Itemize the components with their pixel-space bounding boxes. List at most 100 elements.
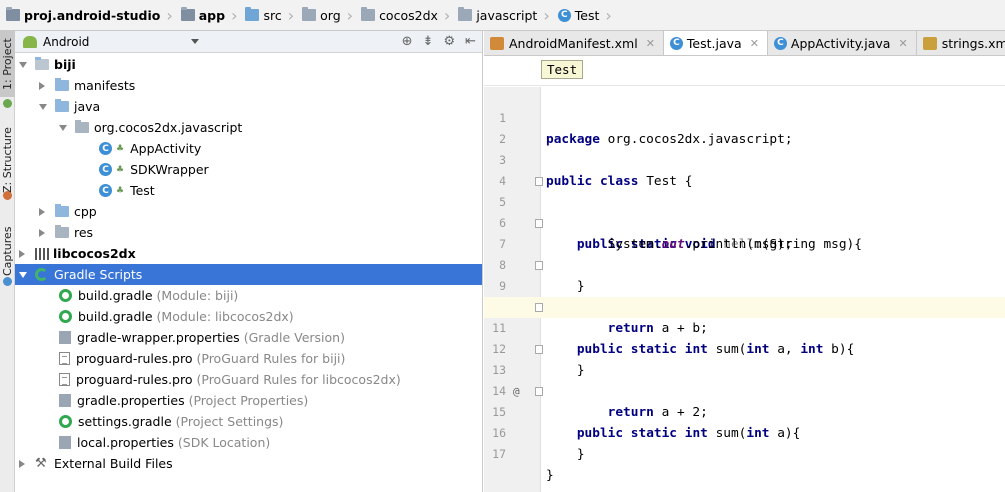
tab-appactivity-java[interactable]: C AppActivity.java ✕ — [768, 31, 917, 55]
close-icon[interactable]: ✕ — [750, 37, 759, 50]
tree-item-build-gradle-lib[interactable]: build.gradle (Module: libcocos2dx) — [15, 306, 482, 327]
tree-item-label: libcocos2dx — [53, 246, 136, 261]
navigation-breadcrumb: proj.android-studio › app › src › org › … — [0, 0, 1005, 31]
captures-tool-tab[interactable]: Captures — [0, 221, 15, 281]
tree-item-libcocos2dx[interactable]: libcocos2dx — [15, 243, 482, 264]
tree-item-label: local.properties — [77, 435, 174, 450]
fold-icon[interactable] — [535, 345, 543, 354]
class-icon: C — [99, 163, 112, 176]
tree-item-sdkwrapper[interactable]: C ♣ SDKWrapper — [15, 159, 482, 180]
line-number: 17 — [492, 447, 506, 461]
tree-item-external-build-files[interactable]: ⚒ External Build Files — [15, 453, 482, 474]
expanded-arrow-icon[interactable] — [59, 124, 67, 131]
breadcrumb-item-org[interactable]: org › — [300, 0, 359, 30]
locate-target-icon[interactable]: ⊕ — [402, 34, 413, 49]
expanded-arrow-icon[interactable] — [39, 103, 47, 110]
gradle-icon — [59, 415, 72, 428]
tree-item-label: build.gradle — [78, 309, 153, 324]
tree-item-proguard-lib[interactable]: proguard-rules.pro (ProGuard Rules for l… — [15, 369, 482, 390]
project-tool-tab[interactable]: 1: Project — [0, 31, 15, 97]
code-line[interactable]: 8 — [484, 234, 1005, 272]
tree-item-local-properties[interactable]: local.properties (SDK Location) — [15, 432, 482, 453]
gear-icon[interactable]: ⚙ — [443, 34, 455, 49]
breadcrumb-item-javascript[interactable]: javascript › — [456, 0, 555, 30]
code-line[interactable]: 7 } — [484, 213, 1005, 294]
code-line[interactable]: 16 — [484, 402, 1005, 440]
code-line[interactable]: 4 — [484, 150, 1005, 188]
code-line[interactable]: 9 @ public static int sum(int a, int b){ — [484, 255, 1005, 357]
tree-item-gradle-properties[interactable]: gradle.properties (Project Properties) — [15, 390, 482, 411]
expanded-arrow-icon[interactable] — [19, 61, 27, 68]
tree-item-settings-gradle[interactable]: settings.gradle (Project Settings) — [15, 411, 482, 432]
collapsed-arrow-icon[interactable] — [19, 459, 25, 468]
tree-item-test[interactable]: C ♣ Test — [15, 180, 482, 201]
tree-item-java[interactable]: java — [15, 96, 482, 117]
tree-item-biji[interactable]: biji — [15, 54, 482, 75]
tab-androidmanifest[interactable]: AndroidManifest.xml ✕ — [484, 31, 664, 55]
leaf-icon: ♣ — [116, 185, 125, 196]
tree-item-manifests[interactable]: manifests — [15, 75, 482, 96]
tree-item-build-gradle-biji[interactable]: build.gradle (Module: biji) — [15, 285, 482, 306]
breadcrumb-label: Test — [574, 7, 600, 23]
close-icon[interactable]: ✕ — [898, 37, 907, 50]
code-line[interactable]: 3 public class Test { — [484, 129, 1005, 189]
tree-item-label: res — [74, 225, 94, 240]
code-line-current[interactable]: 11 } — [484, 297, 1005, 378]
tree-item-gradle-scripts[interactable]: Gradle Scripts — [15, 264, 482, 285]
code-area[interactable]: 1 package org.cocos2dx.javascript; 2 3 p… — [484, 87, 1005, 483]
tree-item-package[interactable]: org.cocos2dx.javascript — [15, 117, 482, 138]
folder-icon — [458, 7, 473, 21]
fold-icon[interactable] — [535, 219, 543, 228]
tree-item-hint: (Project Settings) — [175, 414, 284, 429]
tab-label: strings.xml — [941, 35, 1005, 51]
collapsed-arrow-icon[interactable] — [39, 228, 45, 237]
breadcrumb-item-test[interactable]: C Test › — [556, 0, 618, 30]
fold-icon[interactable] — [535, 177, 543, 186]
breadcrumb-item-src[interactable]: src › — [243, 0, 300, 30]
code-line[interactable]: 12 — [484, 318, 1005, 356]
expanded-arrow-icon[interactable] — [19, 271, 27, 278]
tree-item-label: manifests — [74, 78, 136, 93]
module-icon — [180, 7, 195, 21]
code-line[interactable]: 10 return a + b; — [484, 276, 1005, 336]
fold-icon[interactable] — [535, 303, 543, 312]
close-icon[interactable]: ✕ — [646, 37, 655, 50]
code-line[interactable]: 5 public static void hello(String msg){ — [484, 171, 1005, 252]
breadcrumb-item-project[interactable]: proj.android-studio › — [4, 0, 179, 30]
collapsed-arrow-icon[interactable] — [39, 207, 45, 216]
tree-item-label: biji — [54, 57, 76, 72]
project-view-selector[interactable]: Android ⊕ ⇟ ⚙ ⇤ — [15, 31, 482, 53]
tree-item-label: SDKWrapper — [130, 162, 209, 177]
breadcrumb-item-app[interactable]: app › — [179, 0, 244, 30]
tree-item-cpp[interactable]: cpp — [15, 201, 482, 222]
tree-item-appactivity[interactable]: C ♣ AppActivity — [15, 138, 482, 159]
code-line[interactable]: 1 package org.cocos2dx.javascript; — [484, 87, 1005, 147]
collapsed-arrow-icon[interactable] — [19, 249, 25, 258]
hide-panel-icon[interactable]: ⇤ — [465, 34, 476, 49]
code-line[interactable]: 14 return a + 2; — [484, 360, 1005, 420]
structure-tool-tab[interactable]: Z: Structure — [0, 121, 15, 199]
code-line[interactable]: 13 @ public static int sum(int a){ — [484, 339, 1005, 441]
tab-test-java[interactable]: C Test.java ✕ — [663, 31, 768, 55]
dropdown-arrow-icon[interactable] — [191, 39, 199, 44]
tree-item-label: org.cocos2dx.javascript — [94, 120, 243, 135]
tab-strings-xml[interactable]: strings.xml ✕ — [917, 31, 1005, 55]
collapse-all-icon[interactable]: ⇟ — [423, 34, 434, 49]
code-line[interactable]: 15 } — [484, 381, 1005, 462]
breadcrumb-label: app — [198, 7, 226, 23]
android-small-icon — [3, 99, 12, 108]
code-line[interactable]: 17 } — [484, 423, 1005, 483]
tree-item-hint: (Module: biji) — [156, 288, 239, 303]
fold-icon[interactable] — [535, 387, 543, 396]
fold-icon[interactable] — [535, 261, 543, 270]
collapsed-arrow-icon[interactable] — [39, 81, 45, 90]
code-line[interactable]: 2 — [484, 108, 1005, 146]
tree-item-proguard-biji[interactable]: proguard-rules.pro (ProGuard Rules for b… — [15, 348, 482, 369]
properties-icon — [59, 394, 71, 407]
breadcrumb-label: src — [263, 7, 282, 23]
tree-item-res[interactable]: res — [15, 222, 482, 243]
code-line[interactable]: 6 System.out.println(msg); — [484, 192, 1005, 252]
breadcrumb-item-cocos2dx[interactable]: cocos2dx › — [359, 0, 456, 30]
tree-item-gradle-wrapper[interactable]: gradle-wrapper.properties (Gradle Versio… — [15, 327, 482, 348]
code-editor: AndroidManifest.xml ✕ C Test.java ✕ C Ap… — [484, 31, 1005, 492]
